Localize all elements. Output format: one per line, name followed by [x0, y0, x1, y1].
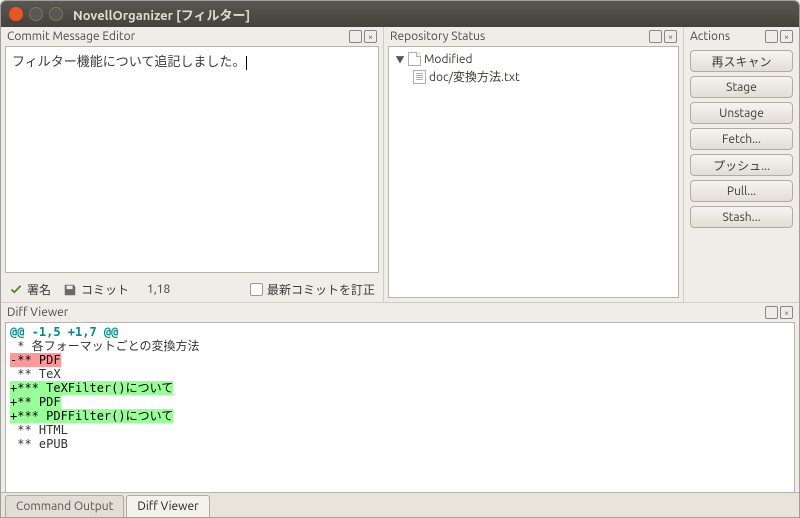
diff-hunk-header: @@ -1,5 +1,7 @@ — [10, 325, 790, 339]
tree-file-label: doc/変換方法.txt — [429, 68, 520, 85]
panel-maximize-icon[interactable] — [765, 30, 778, 43]
diff-line-added: +*** PDFFilter()について — [10, 409, 173, 423]
push-button[interactable]: プッシュ... — [690, 154, 793, 176]
sign-label: 署名 — [27, 281, 51, 298]
window-title: NovellOrganizer [フィルター] — [73, 5, 250, 24]
tab-command-output[interactable]: Command Output — [5, 495, 124, 517]
text-file-icon — [413, 70, 426, 84]
diff-line: ** TeX — [10, 367, 790, 381]
window-minimize-icon[interactable] — [29, 7, 43, 21]
amend-label: 最新コミットを訂正 — [267, 281, 375, 298]
unstage-button[interactable]: Unstage — [690, 102, 793, 124]
app-window: NovellOrganizer [フィルター] Commit Message E… — [0, 0, 800, 518]
diff-panel-title: Diff Viewer — [7, 306, 68, 319]
text-cursor — [246, 56, 247, 70]
commit-message-input[interactable]: フィルター機能について追記しました。 — [5, 46, 379, 273]
diff-line-removed: -** PDF — [10, 353, 61, 367]
diff-panel-header: Diff Viewer — [1, 303, 799, 322]
stash-button[interactable]: Stash... — [690, 206, 793, 228]
amend-checkbox[interactable] — [250, 283, 263, 296]
tree-group-label: Modified — [424, 53, 473, 66]
commit-button[interactable]: コミット — [63, 281, 129, 298]
diff-line: ** HTML — [10, 423, 790, 437]
repo-panel-header: Repository Status — [384, 27, 683, 46]
panel-close-icon[interactable] — [780, 30, 793, 43]
commit-label: コミット — [81, 281, 129, 298]
commit-message-text: フィルター機能について追記しました。 — [12, 55, 245, 69]
actions-body: 再スキャン Stage Unstage Fetch... プッシュ... Pul… — [684, 46, 799, 302]
sign-button[interactable]: 署名 — [9, 281, 51, 298]
top-row: Commit Message Editor フィルター機能について追記しました。… — [1, 27, 799, 302]
diff-viewer-panel: Diff Viewer @@ -1,5 +1,7 @@ * 各フォーマットごとの… — [1, 302, 799, 492]
commit-toolbar: 署名 コミット 1,18 最新コミットを訂正 — [1, 277, 383, 302]
pull-button[interactable]: Pull... — [690, 180, 793, 202]
panel-close-icon[interactable] — [780, 306, 793, 319]
diff-line: * 各フォーマットごとの変換方法 — [10, 339, 790, 353]
window-maximize-icon[interactable] — [49, 7, 63, 21]
diff-line-added: +** PDF — [10, 395, 61, 409]
folder-icon — [408, 52, 421, 66]
check-icon — [9, 283, 23, 297]
tree-file-row[interactable]: doc/変換方法.txt — [393, 67, 674, 86]
bottom-tabs: Command Output Diff Viewer — [1, 492, 799, 517]
window-close-icon[interactable] — [9, 7, 23, 21]
actions-panel-header: Actions — [684, 27, 799, 46]
tree-group-modified[interactable]: ▼ Modified — [393, 51, 674, 67]
commit-panel-title: Commit Message Editor — [7, 30, 135, 43]
stage-button[interactable]: Stage — [690, 76, 793, 98]
content-area: Commit Message Editor フィルター機能について追記しました。… — [1, 27, 799, 517]
rescan-button[interactable]: 再スキャン — [690, 50, 793, 72]
repository-status-panel: Repository Status ▼ Modified — [384, 27, 684, 302]
diff-line-added: +*** TeXFilter()について — [10, 381, 173, 395]
repo-panel-title: Repository Status — [390, 30, 485, 43]
cursor-position: 1,18 — [147, 283, 170, 296]
panel-maximize-icon[interactable] — [349, 30, 362, 43]
titlebar: NovellOrganizer [フィルター] — [1, 1, 799, 27]
right-column: Repository Status ▼ Modified — [384, 27, 799, 302]
panel-maximize-icon[interactable] — [765, 306, 778, 319]
save-icon — [63, 283, 77, 297]
panel-close-icon[interactable] — [664, 30, 677, 43]
actions-panel-title: Actions — [690, 30, 730, 43]
diff-line: ** ePUB — [10, 437, 790, 451]
amend-checkbox-group[interactable]: 最新コミットを訂正 — [250, 281, 375, 298]
diff-content[interactable]: @@ -1,5 +1,7 @@ * 各フォーマットごとの変換方法 -** PDF… — [5, 322, 795, 492]
panel-close-icon[interactable] — [364, 30, 377, 43]
actions-panel: Actions 再スキャン Stage Unstage Fetch... プッシ… — [684, 27, 799, 302]
tab-diff-viewer[interactable]: Diff Viewer — [126, 495, 209, 517]
repo-tree[interactable]: ▼ Modified doc/変換方法.txt — [388, 46, 679, 298]
commit-panel-header: Commit Message Editor — [1, 27, 383, 46]
panel-maximize-icon[interactable] — [649, 30, 662, 43]
commit-message-panel: Commit Message Editor フィルター機能について追記しました。… — [1, 27, 384, 302]
fetch-button[interactable]: Fetch... — [690, 128, 793, 150]
triangle-down-icon[interactable]: ▼ — [395, 53, 405, 66]
